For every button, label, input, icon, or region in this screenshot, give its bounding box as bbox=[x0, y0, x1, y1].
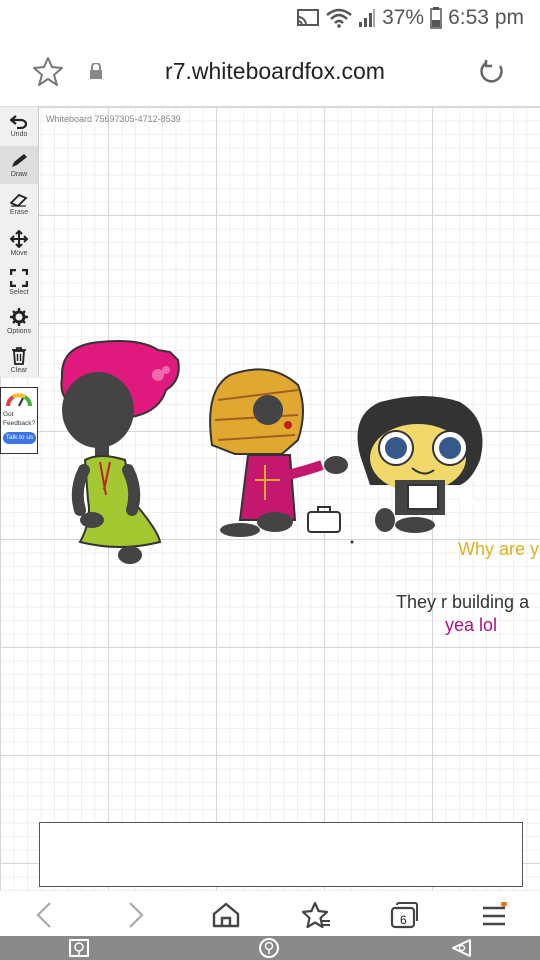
back-icon bbox=[36, 902, 51, 928]
text-input-box[interactable] bbox=[39, 822, 523, 887]
menu-icon bbox=[483, 902, 507, 926]
feedback-widget[interactable]: Got Feedback? Talk to us bbox=[0, 387, 38, 454]
forward-icon bbox=[129, 902, 144, 928]
undo-icon bbox=[10, 114, 28, 129]
feedback-text: Got Feedback? bbox=[3, 410, 35, 428]
whiteboard-id: Whiteboard 75697305-4712-8539 bbox=[46, 114, 181, 124]
star-icon[interactable] bbox=[32, 56, 64, 86]
address-bar: r7.whiteboardfox.com bbox=[0, 36, 540, 106]
signal-icon bbox=[359, 9, 376, 27]
browser-bottom-nav: 6 bbox=[0, 890, 540, 937]
tabs-button[interactable]: 6 bbox=[382, 897, 426, 933]
undo-button[interactable]: Undo bbox=[0, 107, 38, 145]
eraser-icon bbox=[10, 193, 28, 207]
bookmarks-star-icon bbox=[301, 901, 330, 929]
reload-icon[interactable] bbox=[478, 58, 506, 86]
select-label: Select bbox=[9, 288, 29, 296]
clock: 6:53 pm bbox=[448, 6, 524, 29]
pencil-icon bbox=[12, 153, 27, 167]
home-icon bbox=[212, 902, 240, 928]
gauge-icon bbox=[6, 393, 32, 407]
url-text[interactable]: r7.whiteboardfox.com bbox=[120, 58, 430, 85]
feedback-line-2: Feedback? bbox=[3, 420, 36, 427]
undo-label: Undo bbox=[10, 130, 28, 138]
message-1: Why are y bbox=[458, 539, 540, 559]
erase-button[interactable]: Erase bbox=[0, 185, 38, 223]
options-label: Options bbox=[6, 327, 32, 335]
draw-button[interactable]: Draw bbox=[0, 146, 38, 184]
recents-icon[interactable] bbox=[68, 938, 90, 958]
options-button[interactable]: Options bbox=[0, 302, 38, 340]
system-home-icon[interactable] bbox=[258, 938, 280, 958]
trash-icon bbox=[12, 346, 26, 365]
wifi-icon bbox=[326, 8, 352, 28]
status-bar: 37% 6:53 pm bbox=[0, 0, 540, 36]
drawing-character-orange-hood bbox=[209, 368, 348, 537]
tab-count: 6 bbox=[400, 913, 407, 927]
cast-icon bbox=[297, 9, 320, 26]
drawing-character-pink-hair bbox=[60, 340, 180, 564]
feedback-line-1: Got bbox=[3, 411, 14, 418]
menu-button[interactable] bbox=[472, 897, 516, 933]
system-nav-bar bbox=[0, 936, 540, 960]
talk-to-us-button[interactable]: Talk to us bbox=[3, 432, 36, 444]
message-2: They r building a bbox=[396, 592, 530, 612]
move-icon bbox=[10, 229, 28, 248]
message-3: yea lol bbox=[445, 615, 498, 635]
gear-icon bbox=[10, 307, 28, 326]
move-label: Move bbox=[10, 249, 28, 257]
erase-label: Erase bbox=[9, 208, 29, 216]
battery-percent: 37% bbox=[382, 6, 425, 29]
drawing-character-glasses bbox=[357, 396, 483, 533]
forward-button[interactable] bbox=[114, 897, 158, 933]
system-back-icon[interactable] bbox=[450, 938, 472, 958]
clear-button[interactable]: Clear bbox=[0, 341, 38, 379]
home-button[interactable] bbox=[204, 897, 248, 933]
clear-label: Clear bbox=[10, 366, 28, 374]
bookmarks-button[interactable] bbox=[294, 897, 338, 933]
status-icons: 37% 6:53 pm bbox=[296, 6, 524, 30]
lock-icon bbox=[90, 63, 102, 79]
select-button[interactable]: Select bbox=[0, 263, 38, 301]
select-icon bbox=[10, 268, 28, 287]
whiteboard-toolbar: Undo Draw Erase Move Select Options Clea… bbox=[0, 107, 39, 377]
draw-label: Draw bbox=[10, 170, 28, 178]
move-button[interactable]: Move bbox=[0, 224, 38, 262]
battery-icon bbox=[430, 7, 442, 29]
back-button[interactable] bbox=[22, 897, 66, 933]
